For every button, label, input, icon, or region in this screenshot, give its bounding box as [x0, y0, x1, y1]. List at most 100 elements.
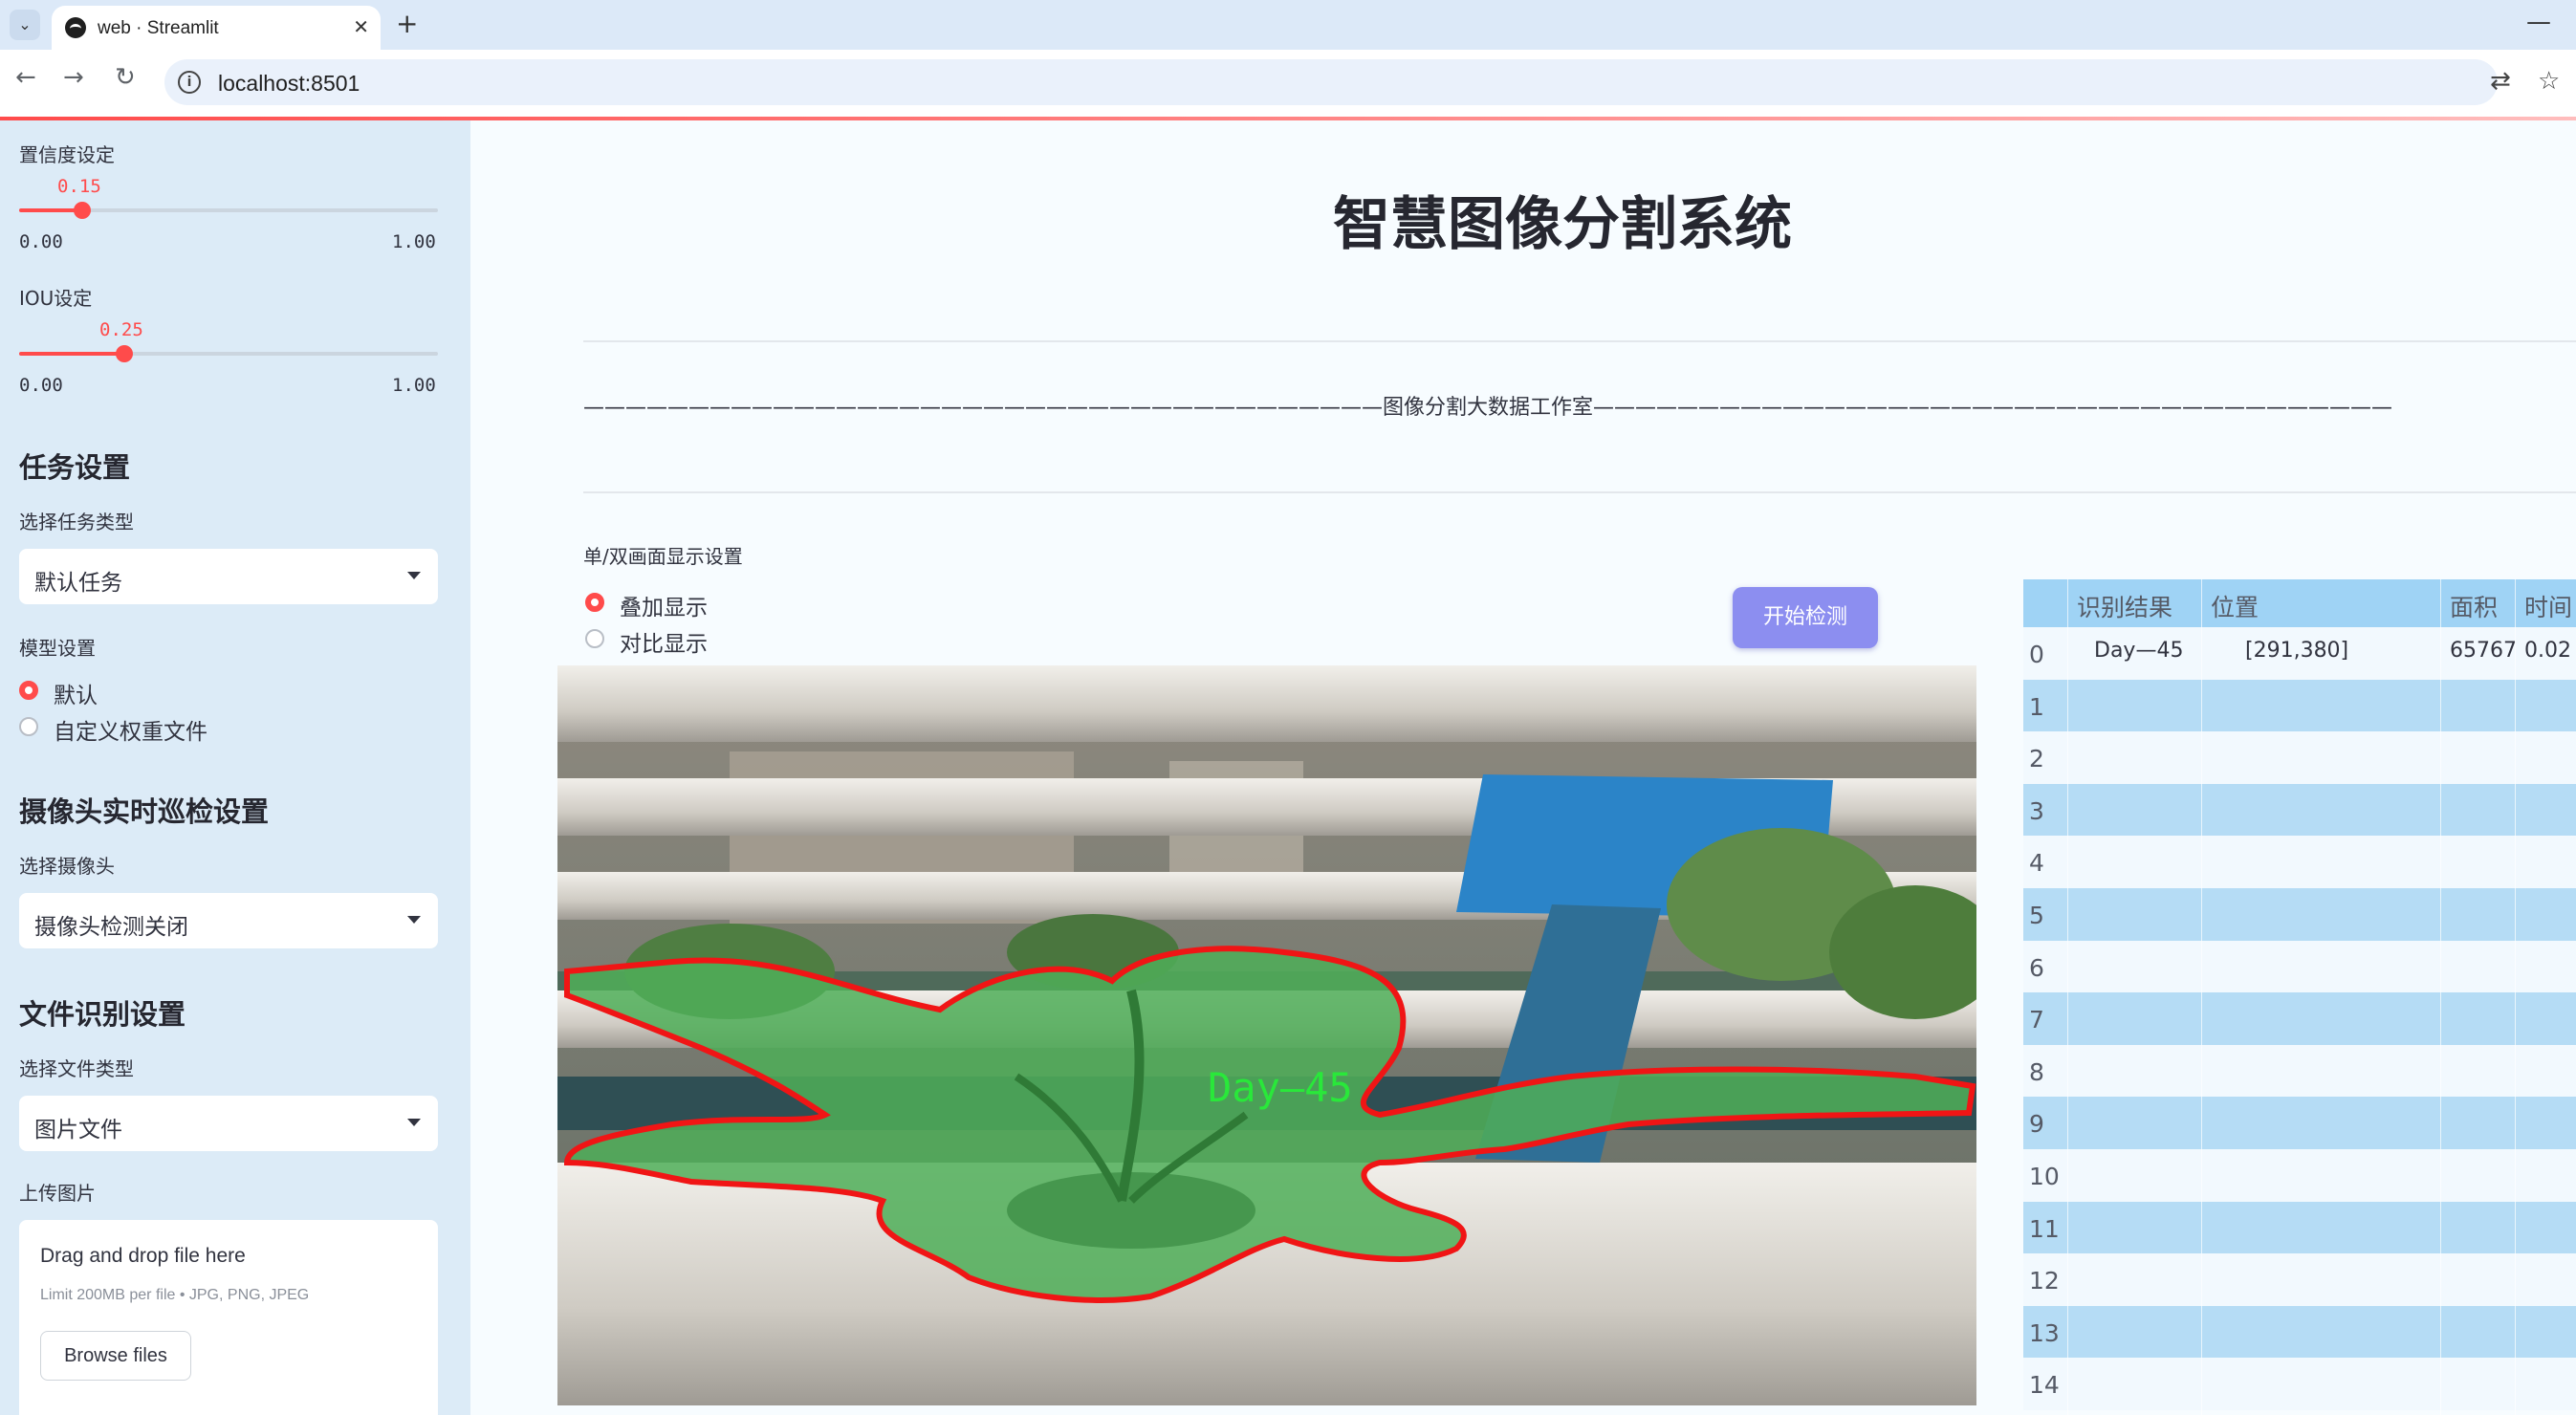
col-header-position[interactable]: 位置: [2211, 589, 2259, 623]
table-row: 2: [2023, 731, 2576, 784]
iou-slider-fill: [19, 352, 124, 356]
site-info-icon[interactable]: i: [178, 71, 201, 94]
row-index: 3: [2029, 796, 2044, 825]
table-row: 0 Day—45 [291,380] 65767 0.02: [2023, 627, 2576, 680]
address-bar[interactable]: i localhost:8501: [164, 59, 2498, 105]
row-index: 1: [2029, 692, 2044, 721]
upload-label: 上传图片: [19, 1182, 96, 1205]
plant-photo-illustration: Day—45: [557, 665, 1976, 1405]
confidence-value: 0.15: [57, 176, 101, 197]
radio-unselected-icon: [19, 717, 38, 736]
row-index: 4: [2029, 849, 2044, 878]
divider: [583, 340, 2576, 342]
iou-label: IOU设定: [19, 287, 93, 310]
file-type-label: 选择文件类型: [19, 1057, 134, 1080]
row-index: 12: [2029, 1267, 2060, 1295]
confidence-max: 1.00: [392, 231, 436, 252]
forward-icon[interactable]: →: [63, 63, 84, 92]
camera-value: 摄像头检测关闭: [34, 915, 188, 940]
row-index: 9: [2029, 1110, 2044, 1139]
iou-value: 0.25: [99, 319, 143, 340]
column-divider: [2440, 579, 2441, 1415]
confidence-min: 0.00: [19, 231, 63, 252]
browser-tab-bar: ⌄ web · Streamlit ✕ + —: [0, 0, 2576, 50]
table-row: 1: [2023, 679, 2576, 732]
iou-slider-thumb[interactable]: [115, 345, 133, 362]
confidence-slider[interactable]: [19, 202, 438, 219]
confidence-slider-thumb[interactable]: [73, 202, 91, 219]
table-row: 12: [2023, 1253, 2576, 1306]
browse-files-button[interactable]: Browse files: [40, 1331, 191, 1381]
translate-icon[interactable]: ⇄: [2490, 67, 2511, 96]
table-row: 5: [2023, 888, 2576, 941]
minimize-window-icon[interactable]: —: [2526, 8, 2551, 36]
row-index: 6: [2029, 953, 2044, 982]
camera-heading: 摄像头实时巡检设置: [19, 795, 270, 828]
radio-unselected-icon: [585, 629, 604, 648]
row-index: 11: [2029, 1214, 2060, 1243]
model-option-label: 自定义权重文件: [54, 720, 207, 745]
table-row: 10: [2023, 1149, 2576, 1202]
new-tab-icon[interactable]: +: [396, 8, 418, 39]
sidebar: 置信度设定 0.15 0.00 1.00 IOU设定 0.25 0.00 1.0…: [0, 120, 470, 1415]
task-heading: 任务设置: [19, 451, 131, 484]
table-row: 6: [2023, 940, 2576, 993]
page-title: 智慧图像分割系统: [1333, 191, 1792, 258]
model-label: 模型设置: [19, 637, 96, 660]
row-index: 2: [2029, 745, 2044, 773]
col-header-time[interactable]: 时间: [2524, 589, 2572, 623]
tab-title: web · Streamlit: [98, 18, 219, 38]
results-table: 识别结果 位置 面积 时间 0 Day—45 [291,380] 65767 0.02 1…: [2023, 579, 2576, 1415]
start-detection-button[interactable]: 开始检测: [1733, 587, 1878, 648]
cell-time: 0.02: [2524, 639, 2571, 663]
detection-label: Day—45: [1208, 1064, 1353, 1111]
row-index: 8: [2029, 1057, 2044, 1086]
back-icon[interactable]: ←: [15, 63, 36, 92]
url-text[interactable]: localhost:8501: [218, 71, 360, 97]
reload-icon[interactable]: ↻: [115, 63, 136, 92]
task-type-label: 选择任务类型: [19, 511, 134, 533]
confidence-slider-fill: [19, 208, 82, 212]
cell-result: Day—45: [2094, 639, 2184, 663]
row-index: 14: [2029, 1371, 2060, 1400]
cell-area: 65767: [2450, 639, 2517, 663]
tab-search-chevron-icon[interactable]: ⌄: [10, 10, 40, 40]
model-option-label: 默认: [54, 684, 98, 708]
column-divider: [2201, 579, 2202, 1415]
col-header-result[interactable]: 识别结果: [2077, 589, 2172, 623]
streamlit-favicon-icon: [65, 17, 86, 38]
file-type-value: 图片文件: [34, 1118, 122, 1143]
chevron-down-icon: [407, 1119, 421, 1126]
iou-slider[interactable]: [19, 345, 438, 362]
camera-select[interactable]: 摄像头检测关闭: [19, 893, 438, 948]
row-index: 10: [2029, 1163, 2060, 1190]
upload-title: Drag and drop file here: [40, 1245, 246, 1267]
col-header-area[interactable]: 面积: [2450, 589, 2498, 623]
radio-selected-icon: [19, 681, 38, 700]
row-index: 13: [2029, 1318, 2060, 1347]
confidence-label: 置信度设定: [19, 143, 115, 166]
display-mode-label: 单/双画面显示设置: [583, 545, 743, 568]
table-row: 7: [2023, 992, 2576, 1045]
browser-tab[interactable]: web · Streamlit ✕: [52, 6, 381, 50]
file-uploader-dropzone[interactable]: Drag and drop file here Limit 200MB per …: [19, 1220, 438, 1415]
cell-position: [291,380]: [2245, 639, 2349, 663]
radio-selected-icon: [585, 593, 604, 612]
table-row: 11: [2023, 1201, 2576, 1254]
task-type-value: 默认任务: [34, 571, 122, 596]
column-divider: [2067, 579, 2068, 1415]
table-row: 9: [2023, 1097, 2576, 1149]
column-divider: [2515, 579, 2516, 1415]
iou-max: 1.00: [392, 375, 436, 396]
table-row: 8: [2023, 1044, 2576, 1098]
table-row: 14: [2023, 1358, 2576, 1410]
display-option-label: 对比显示: [620, 632, 708, 657]
task-type-select[interactable]: 默认任务: [19, 549, 438, 604]
bookmark-star-icon[interactable]: ☆: [2538, 67, 2560, 96]
display-option-label: 叠加显示: [620, 596, 708, 620]
file-type-select[interactable]: 图片文件: [19, 1096, 438, 1151]
close-tab-icon[interactable]: ✕: [353, 15, 369, 38]
upload-limit: Limit 200MB per file • JPG, PNG, JPEG: [40, 1287, 310, 1303]
table-row: 3: [2023, 783, 2576, 837]
row-index: 5: [2029, 902, 2044, 929]
